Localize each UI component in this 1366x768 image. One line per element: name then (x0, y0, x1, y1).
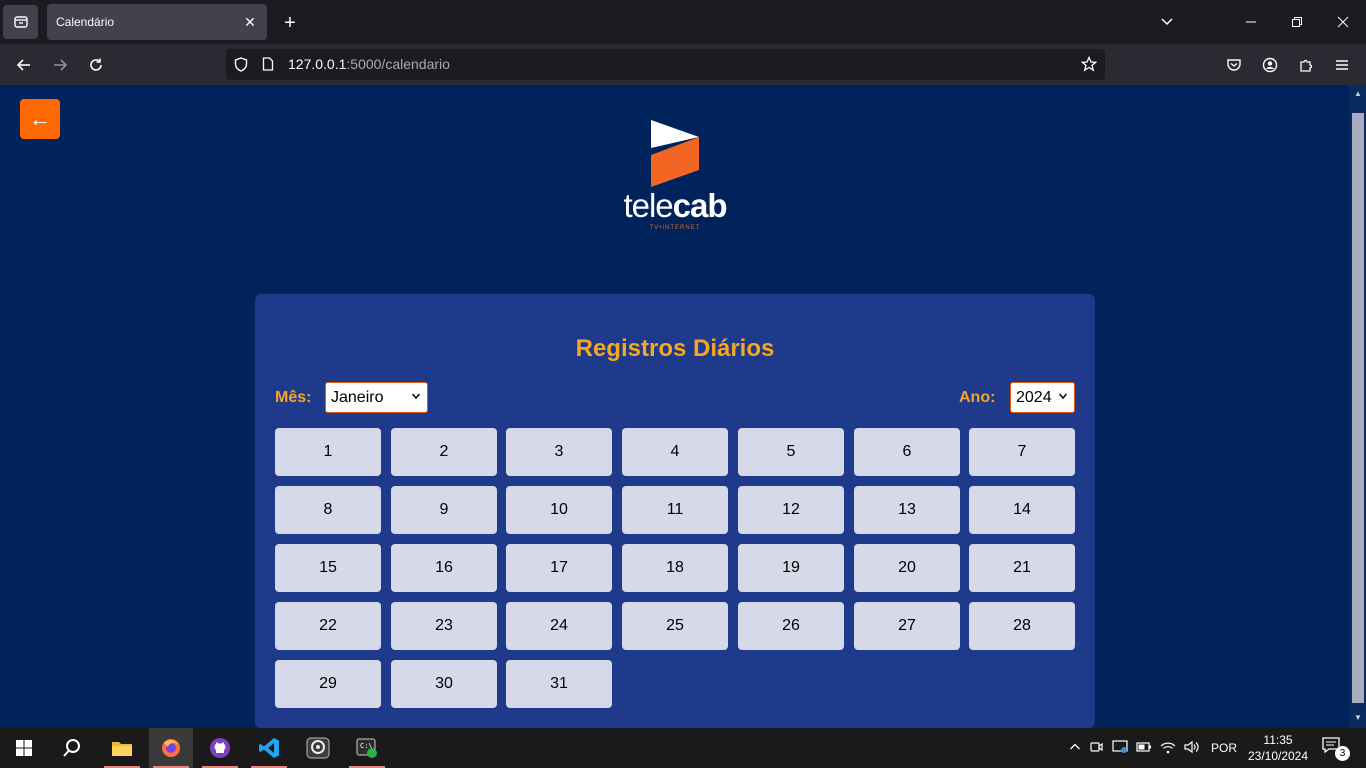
vscode-icon[interactable] (247, 728, 291, 768)
github-desktop-icon[interactable] (198, 728, 242, 768)
studio-app-icon[interactable] (296, 728, 340, 768)
day-button[interactable]: 14 (969, 486, 1075, 534)
day-button[interactable]: 2 (391, 428, 497, 476)
month-select-value: Janeiro (331, 388, 384, 406)
tray-chevron-up-icon[interactable] (1066, 741, 1084, 756)
wifi-icon[interactable] (1156, 740, 1180, 757)
telecab-logo: telecab TV•INTERNET (613, 115, 737, 235)
day-button[interactable]: 9 (391, 486, 497, 534)
new-tab-button[interactable]: + (278, 11, 302, 35)
windows-start-icon[interactable] (2, 728, 46, 768)
windows-taskbar: C:\ POR 11:35 23/10/2024 3 (0, 728, 1366, 768)
url-text[interactable]: 127.0.0.1:5000/calendario (288, 56, 450, 72)
day-button[interactable]: 31 (506, 660, 612, 708)
chevron-down-icon (1058, 391, 1068, 404)
month-select[interactable]: Janeiro (325, 382, 428, 413)
terminal-app-icon[interactable]: C:\ (345, 728, 389, 768)
day-button[interactable]: 29 (275, 660, 381, 708)
close-tab-icon[interactable]: ✕ (241, 13, 259, 31)
scrollbar-thumb[interactable] (1352, 113, 1364, 703)
day-button[interactable]: 17 (506, 544, 612, 592)
firefox-icon[interactable] (149, 728, 193, 768)
list-all-tabs-icon[interactable] (1153, 10, 1181, 34)
day-button[interactable]: 20 (854, 544, 960, 592)
day-button[interactable]: 26 (738, 602, 844, 650)
browser-tab-bar: Calendário ✕ + (0, 0, 1366, 44)
clock-time: 11:35 (1263, 733, 1293, 747)
bookmark-star-icon[interactable] (1080, 55, 1098, 73)
scroll-down-icon[interactable]: ▼ (1353, 713, 1363, 722)
calendar-panel: Registros Diários Mês: Janeiro Ano: 2024… (255, 294, 1095, 728)
day-button[interactable]: 7 (969, 428, 1075, 476)
day-button[interactable]: 16 (391, 544, 497, 592)
day-button[interactable]: 3 (506, 428, 612, 476)
close-window-icon[interactable] (1329, 10, 1357, 34)
year-select[interactable]: 2024 (1010, 382, 1075, 413)
day-button[interactable]: 10 (506, 486, 612, 534)
menu-icon[interactable] (1329, 52, 1355, 78)
page-icon[interactable] (259, 55, 277, 73)
tab-title: Calendário (56, 15, 115, 29)
shield-icon[interactable] (232, 55, 250, 73)
day-button[interactable]: 19 (738, 544, 844, 592)
day-button[interactable]: 12 (738, 486, 844, 534)
address-bar[interactable]: 127.0.0.1:5000/calendario (226, 49, 1105, 80)
scroll-up-icon[interactable]: ▲ (1353, 89, 1363, 98)
tab-list-button[interactable] (3, 5, 38, 39)
clock[interactable]: 11:35 23/10/2024 (1246, 732, 1310, 764)
tabs-icon (13, 16, 28, 28)
forward-arrow-icon[interactable] (47, 52, 73, 78)
extensions-icon[interactable] (1293, 52, 1319, 78)
camera-icon[interactable] (1084, 740, 1108, 757)
logo-wordmark: telecab (623, 187, 727, 224)
notification-count: 3 (1335, 746, 1350, 761)
file-explorer-icon[interactable] (100, 728, 144, 768)
browser-tab[interactable]: Calendário ✕ (47, 4, 267, 40)
language-indicator[interactable]: POR (1204, 741, 1244, 755)
year-label: Ano: (959, 389, 996, 406)
back-arrow-icon[interactable] (11, 52, 37, 78)
pocket-icon[interactable] (1221, 52, 1247, 78)
restore-window-icon[interactable] (1283, 10, 1311, 34)
panel-title: Registros Diários (575, 335, 775, 362)
play-arrow-logo-icon (651, 120, 699, 187)
system-tray: POR (1066, 728, 1244, 768)
day-button[interactable]: 21 (969, 544, 1075, 592)
day-button[interactable]: 15 (275, 544, 381, 592)
search-icon[interactable] (50, 728, 94, 768)
day-button[interactable]: 23 (391, 602, 497, 650)
day-button[interactable]: 13 (854, 486, 960, 534)
day-button[interactable]: 22 (275, 602, 381, 650)
day-button[interactable]: 30 (391, 660, 497, 708)
volume-icon[interactable] (1180, 740, 1204, 757)
day-button[interactable]: 11 (622, 486, 728, 534)
day-button[interactable]: 25 (622, 602, 728, 650)
browser-nav-bar: 127.0.0.1:5000/calendario (0, 44, 1366, 85)
reload-icon[interactable] (83, 52, 109, 78)
back-button[interactable]: ← (20, 99, 60, 139)
day-button[interactable]: 6 (854, 428, 960, 476)
day-button[interactable]: 5 (738, 428, 844, 476)
day-button[interactable]: 18 (622, 544, 728, 592)
day-button[interactable]: 1 (275, 428, 381, 476)
clock-date: 23/10/2024 (1247, 749, 1309, 763)
display-icon[interactable] (1108, 739, 1132, 757)
year-select-value: 2024 (1016, 388, 1052, 406)
scrollbar[interactable]: ▲ ▼ (1350, 85, 1366, 728)
page-viewport: ← telecab TV•INTERNET Registros Diários … (0, 85, 1366, 728)
minimize-window-icon[interactable] (1237, 10, 1265, 34)
day-button[interactable]: 8 (275, 486, 381, 534)
account-icon[interactable] (1257, 52, 1283, 78)
day-button[interactable]: 4 (622, 428, 728, 476)
chevron-down-icon (411, 391, 421, 404)
logo-tagline: TV•INTERNET (649, 225, 701, 231)
day-button[interactable]: 24 (506, 602, 612, 650)
notifications-icon[interactable]: 3 (1322, 737, 1350, 761)
day-button[interactable]: 27 (854, 602, 960, 650)
month-label: Mês: (275, 389, 312, 406)
battery-icon[interactable] (1132, 741, 1156, 756)
day-button[interactable]: 28 (969, 602, 1075, 650)
